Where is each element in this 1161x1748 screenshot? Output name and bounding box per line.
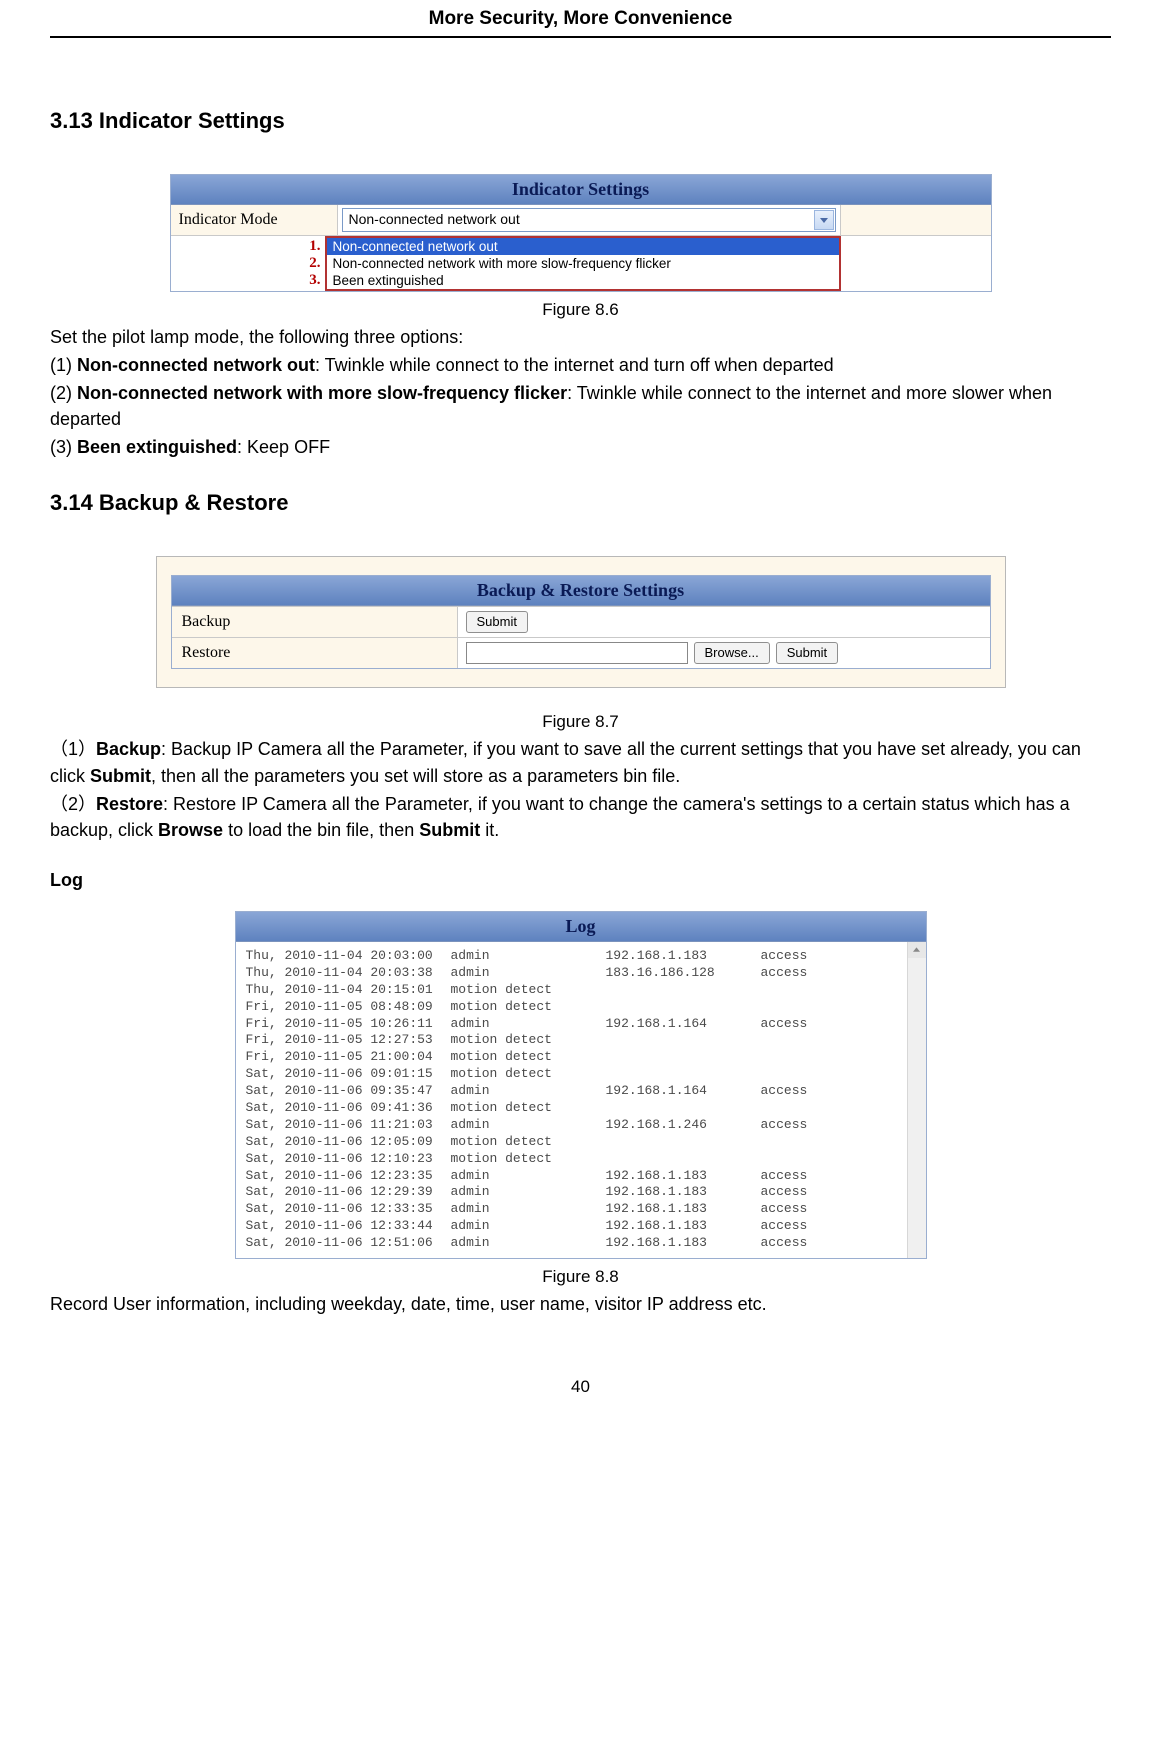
indicator-settings-panel: Indicator Settings Indicator Mode Non-co…: [170, 174, 992, 292]
log-row: Sat, 2010-11-06 12:23:35admin192.168.1.1…: [246, 1168, 897, 1185]
backup-submit-button[interactable]: Submit: [466, 611, 528, 633]
log-row: Thu, 2010-11-04 20:03:00admin192.168.1.1…: [246, 948, 897, 965]
indicator-mode-select[interactable]: Non-connected network out: [342, 208, 836, 232]
dropdown-option[interactable]: Non-connected network with more slow-fre…: [327, 255, 839, 272]
log-row: Sat, 2010-11-06 11:21:03admin192.168.1.2…: [246, 1117, 897, 1134]
page-header: More Security, More Convenience: [50, 0, 1111, 38]
indicator-mode-label: Indicator Mode: [171, 205, 338, 236]
dropdown-option[interactable]: Non-connected network out: [327, 238, 839, 255]
log-scrollbar[interactable]: [907, 942, 926, 1258]
log-textarea[interactable]: Thu, 2010-11-04 20:03:00admin192.168.1.1…: [236, 942, 907, 1258]
restore-label: Restore: [172, 638, 458, 668]
indicator-empty-cell: [840, 205, 991, 236]
backup-restore-panel: Backup & Restore Settings Backup Submit …: [156, 556, 1006, 688]
log-row: Sat, 2010-11-06 12:33:35admin192.168.1.1…: [246, 1201, 897, 1218]
section-3-14-body: （1）Backup: Backup IP Camera all the Para…: [50, 736, 1111, 842]
page-number: 40: [50, 1377, 1111, 1397]
indicator-panel-title: Indicator Settings: [171, 175, 991, 205]
log-row: Sat, 2010-11-06 09:41:36motion detect: [246, 1100, 897, 1117]
log-panel-title: Log: [236, 912, 926, 942]
scroll-up-icon[interactable]: [908, 942, 926, 958]
restore-submit-button[interactable]: Submit: [776, 642, 838, 664]
indicator-mode-selected-value: Non-connected network out: [349, 211, 520, 227]
log-row: Sat, 2010-11-06 12:51:06admin192.168.1.1…: [246, 1235, 897, 1252]
dropdown-empty-cell: [841, 236, 991, 291]
figure-8-6-caption: Figure 8.6: [50, 300, 1111, 320]
restore-browse-button[interactable]: Browse...: [694, 642, 770, 664]
log-row: Sat, 2010-11-06 12:10:23motion detect: [246, 1151, 897, 1168]
log-row: Sat, 2010-11-06 12:33:44admin192.168.1.1…: [246, 1218, 897, 1235]
backup-restore-panel-title: Backup & Restore Settings: [172, 576, 990, 606]
log-summary: Record User information, including weekd…: [50, 1291, 1111, 1317]
dropdown-option[interactable]: Been extinguished: [327, 272, 839, 289]
backup-label: Backup: [172, 607, 458, 637]
log-row: Sat, 2010-11-06 09:35:47admin192.168.1.1…: [246, 1083, 897, 1100]
log-row: Sat, 2010-11-06 09:01:15motion detect: [246, 1066, 897, 1083]
log-row: Thu, 2010-11-04 20:15:01motion detect: [246, 982, 897, 999]
figure-8-7-caption: Figure 8.7: [50, 712, 1111, 732]
restore-file-input[interactable]: [466, 642, 688, 664]
section-3-14-heading: 3.14 Backup & Restore: [50, 490, 1111, 516]
log-row: Fri, 2010-11-05 21:00:04motion detect: [246, 1049, 897, 1066]
section-3-13-body: Set the pilot lamp mode, the following t…: [50, 324, 1111, 460]
log-row: Sat, 2010-11-06 12:05:09motion detect: [246, 1134, 897, 1151]
log-panel: Log Thu, 2010-11-04 20:03:00admin192.168…: [235, 911, 927, 1259]
log-heading: Log: [50, 870, 83, 890]
log-row: Fri, 2010-11-05 08:48:09motion detect: [246, 999, 897, 1016]
log-row: Sat, 2010-11-06 12:29:39admin192.168.1.1…: [246, 1184, 897, 1201]
log-row: Fri, 2010-11-05 10:26:11admin192.168.1.1…: [246, 1016, 897, 1033]
figure-8-8-caption: Figure 8.8: [50, 1267, 1111, 1287]
dropdown-annotation-numbers: 1. 2. 3.: [171, 236, 325, 291]
section-3-13-heading: 3.13 Indicator Settings: [50, 108, 1111, 134]
log-row: Fri, 2010-11-05 12:27:53motion detect: [246, 1032, 897, 1049]
indicator-mode-dropdown-list[interactable]: Non-connected network out Non-connected …: [325, 236, 841, 291]
log-row: Thu, 2010-11-04 20:03:38admin183.16.186.…: [246, 965, 897, 982]
chevron-down-icon[interactable]: [814, 210, 834, 230]
